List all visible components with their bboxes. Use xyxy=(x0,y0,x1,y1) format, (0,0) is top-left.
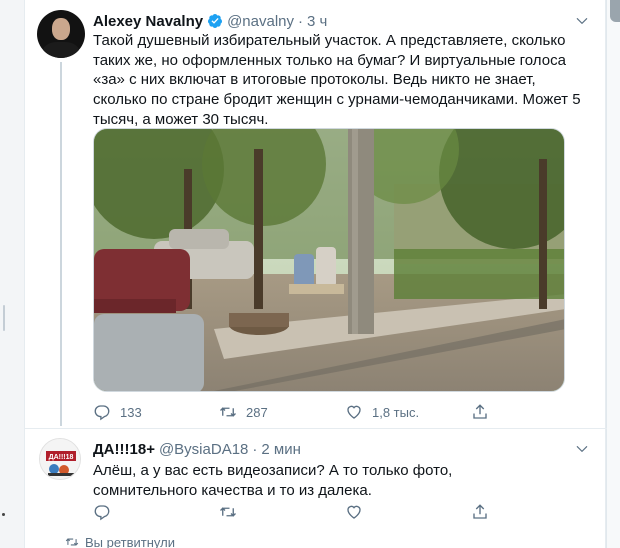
heart-icon xyxy=(347,505,361,519)
thread-connector-line xyxy=(60,62,62,426)
reply-text: Алёш, а у вас есть видеозаписи? А то тол… xyxy=(93,462,453,499)
polling-station-photo xyxy=(94,129,564,391)
retweet-icon xyxy=(220,407,236,417)
chevron-down-icon[interactable] xyxy=(575,14,589,28)
sidebar-dot xyxy=(2,513,5,516)
tweet-photo[interactable] xyxy=(93,128,565,392)
tweet-thread: Alexey Navalny @navalny · 3 ч Такой душе… xyxy=(24,0,607,548)
right-sidebar-fragment xyxy=(610,0,620,22)
reply-author-avatar[interactable]: ДА!!!18 xyxy=(39,438,81,480)
reply-avatar-image: ДА!!!18 xyxy=(40,439,80,479)
author-avatar[interactable] xyxy=(37,10,85,58)
share-icon xyxy=(473,404,487,419)
reply-icon xyxy=(94,405,110,421)
verified-badge-icon xyxy=(208,14,223,28)
like-button[interactable]: 1,8 тыс. xyxy=(345,403,471,421)
reply-header: ДА!!!18+ @BysiaDA18 · 2 мин xyxy=(93,439,301,459)
tweet-text: Такой душевный избирательный участок. А … xyxy=(93,32,581,128)
separator-dot: · xyxy=(252,440,258,458)
like-count: 1,8 тыс. xyxy=(372,404,420,420)
author-name[interactable]: Alexey Navalny xyxy=(93,13,203,30)
reply-author-handle[interactable]: @BysiaDA18 xyxy=(159,441,248,458)
chevron-down-icon[interactable] xyxy=(575,442,589,456)
reply-button[interactable]: 133 xyxy=(93,403,219,421)
tweet-header: Alexey Navalny @navalny · 3 ч xyxy=(93,11,327,31)
heart-icon xyxy=(347,405,361,419)
sidebar-scroll-mark xyxy=(3,305,5,331)
reply-button[interactable] xyxy=(93,503,219,521)
separator-dot: · xyxy=(298,12,304,30)
reply-author-name[interactable]: ДА!!!18+ xyxy=(93,441,155,458)
reply-avatar-text: ДА!!!18 xyxy=(49,454,74,461)
share-button[interactable] xyxy=(471,503,489,521)
retweet-icon xyxy=(65,538,79,546)
tweet-divider xyxy=(25,428,607,429)
reply-timestamp[interactable]: 2 мин xyxy=(261,441,301,458)
retweet-icon xyxy=(220,507,236,517)
share-icon xyxy=(473,504,487,519)
share-button[interactable] xyxy=(471,403,489,421)
reply-icon xyxy=(94,505,110,521)
retweeted-by-label: Вы ретвитнули xyxy=(85,534,175,548)
reply-count: 133 xyxy=(120,404,142,420)
left-sidebar-edge xyxy=(0,0,24,548)
author-handle[interactable]: @navalny xyxy=(227,13,294,30)
reply-actions xyxy=(93,502,513,522)
like-button[interactable] xyxy=(345,503,471,521)
retweet-count: 287 xyxy=(246,404,268,420)
retweet-button[interactable] xyxy=(219,503,345,521)
right-sidebar-edge xyxy=(606,0,620,548)
retweet-button[interactable]: 287 xyxy=(219,403,345,421)
tweet-actions: 133 287 1,8 тыс. xyxy=(93,402,513,422)
retweeted-by-row: Вы ретвитнули xyxy=(65,534,175,548)
tweet-timestamp[interactable]: 3 ч xyxy=(307,13,327,30)
